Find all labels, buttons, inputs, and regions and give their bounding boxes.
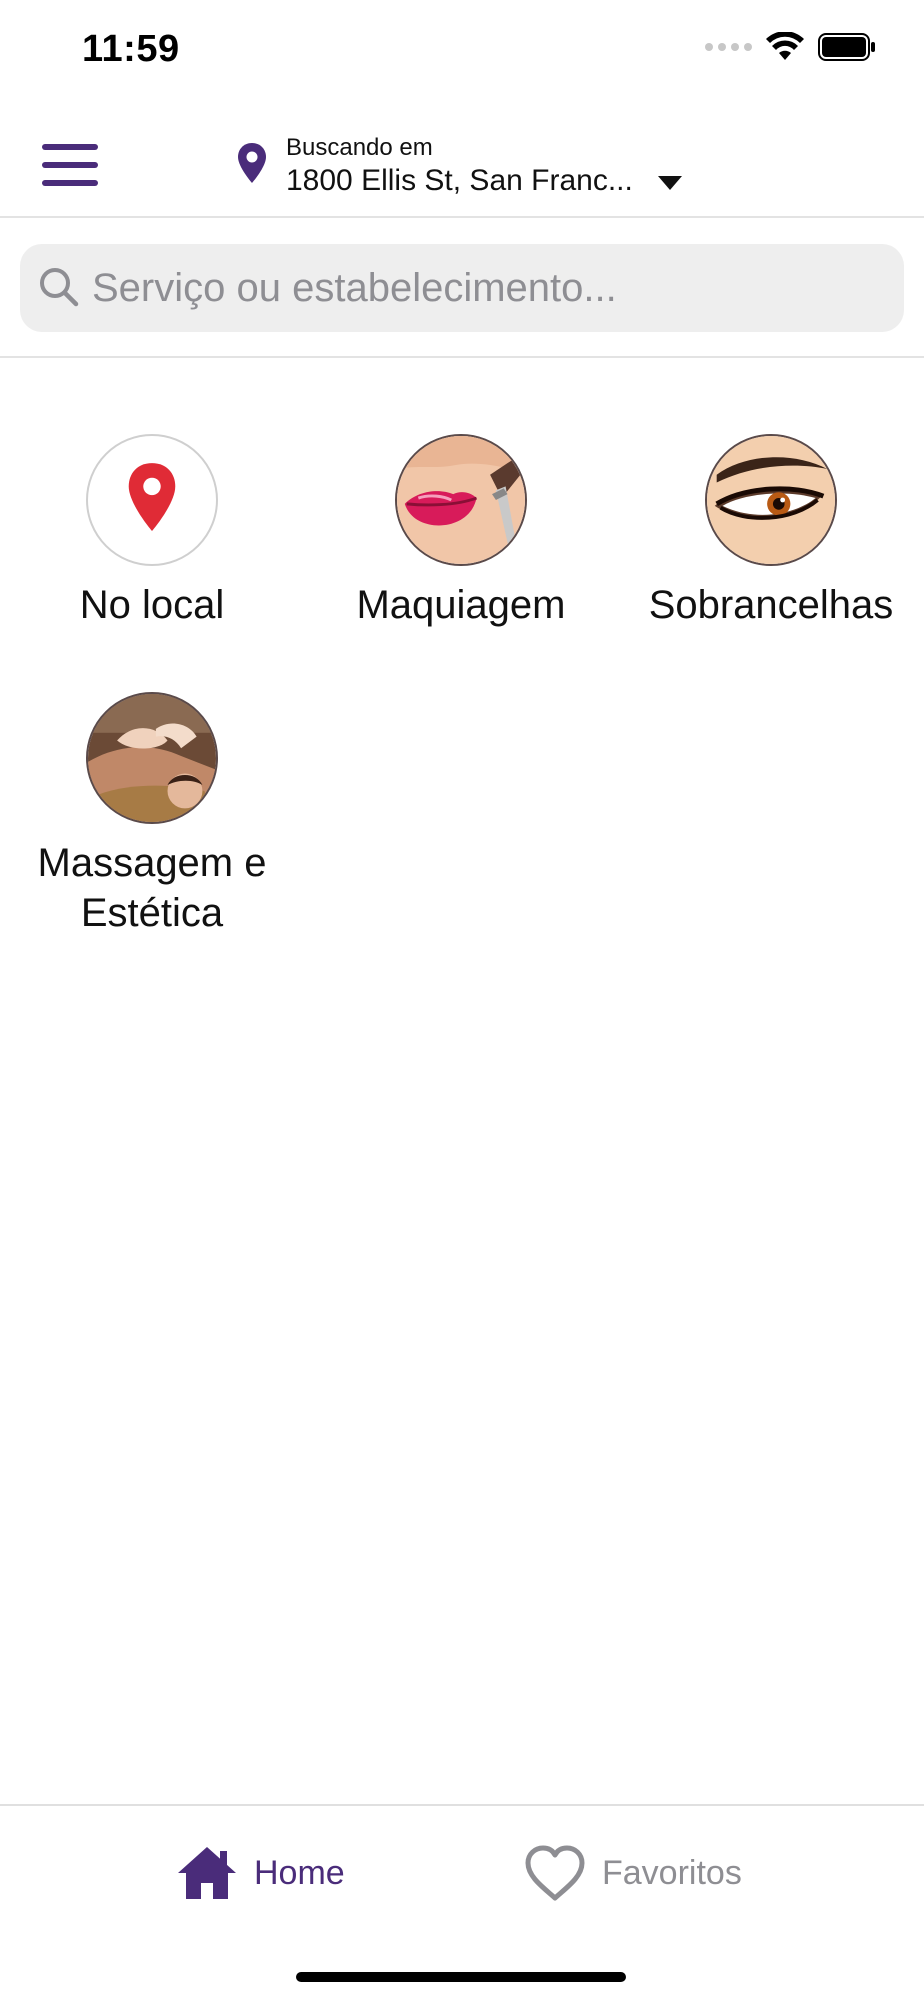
home-icon [178, 1847, 236, 1899]
search-bar[interactable] [20, 244, 904, 332]
category-label: Massagem e Estética [37, 841, 267, 935]
location-pin-icon [128, 463, 176, 532]
category-label: Sobrancelhas [648, 583, 894, 627]
status-bar: 11:59 [0, 0, 924, 100]
makeup-icon [395, 434, 527, 566]
wifi-icon [766, 32, 804, 60]
search-section [0, 220, 924, 358]
battery-icon [818, 33, 875, 61]
cellular-signal-icon [705, 43, 752, 51]
tab-home[interactable]: Home [176, 1838, 345, 1908]
massage-icon [86, 692, 218, 824]
location-caption: Buscando em [286, 134, 433, 161]
tab-favorites-label: Favoritos [602, 1853, 742, 1892]
app-header: Buscando em 1800 Ellis St, San Franc... [0, 100, 924, 218]
search-input[interactable] [92, 262, 872, 314]
category-label: No local [79, 583, 225, 627]
status-time: 11:59 [82, 28, 180, 70]
home-indicator [296, 1972, 626, 1982]
search-icon [40, 268, 79, 307]
status-icons [705, 32, 876, 62]
eye-icon [705, 434, 837, 566]
heart-icon [525, 1845, 585, 1901]
tab-bar: Home Favoritos [0, 1804, 924, 2000]
category-icon-no-local [86, 434, 218, 566]
location-address: 1800 Ellis St, San Franc... [286, 164, 633, 197]
location-selector[interactable]: Buscando em 1800 Ellis St, San Franc... [230, 132, 710, 202]
chevron-down-icon[interactable] [658, 176, 682, 190]
hamburger-menu-icon[interactable] [36, 136, 106, 194]
tab-favorites[interactable]: Favoritos [524, 1838, 742, 1908]
category-label: Maquiagem [356, 583, 566, 627]
tab-home-label: Home [254, 1853, 345, 1892]
location-pin-icon [238, 143, 266, 183]
